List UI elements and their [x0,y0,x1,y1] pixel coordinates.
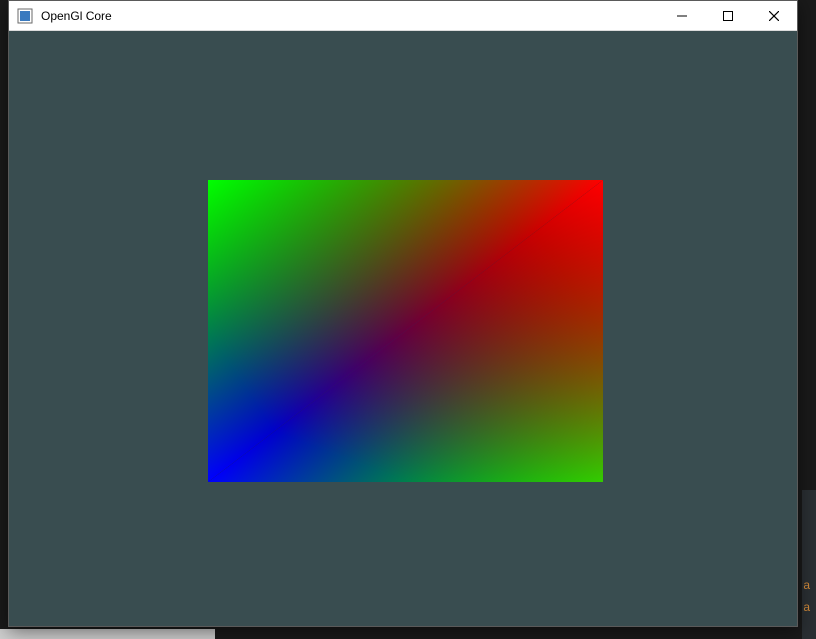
bg-glyph: a [803,600,810,614]
maximize-icon [723,11,733,21]
app-icon [17,8,33,24]
window-title: OpenGl Core [41,9,112,23]
close-button[interactable] [751,1,797,30]
maximize-button[interactable] [705,1,751,30]
close-icon [769,11,779,21]
bg-glyph: a [803,578,810,592]
minimize-button[interactable] [659,1,705,30]
app-window: OpenGl Core [8,0,798,627]
render-quad [208,180,603,482]
opengl-viewport [9,31,797,626]
titlebar[interactable]: OpenGl Core [9,1,797,31]
editor-side-panel [802,490,816,639]
titlebar-left: OpenGl Core [9,8,112,24]
minimize-icon [677,11,687,21]
window-controls [659,1,797,30]
taskbar-fragment [0,629,215,639]
